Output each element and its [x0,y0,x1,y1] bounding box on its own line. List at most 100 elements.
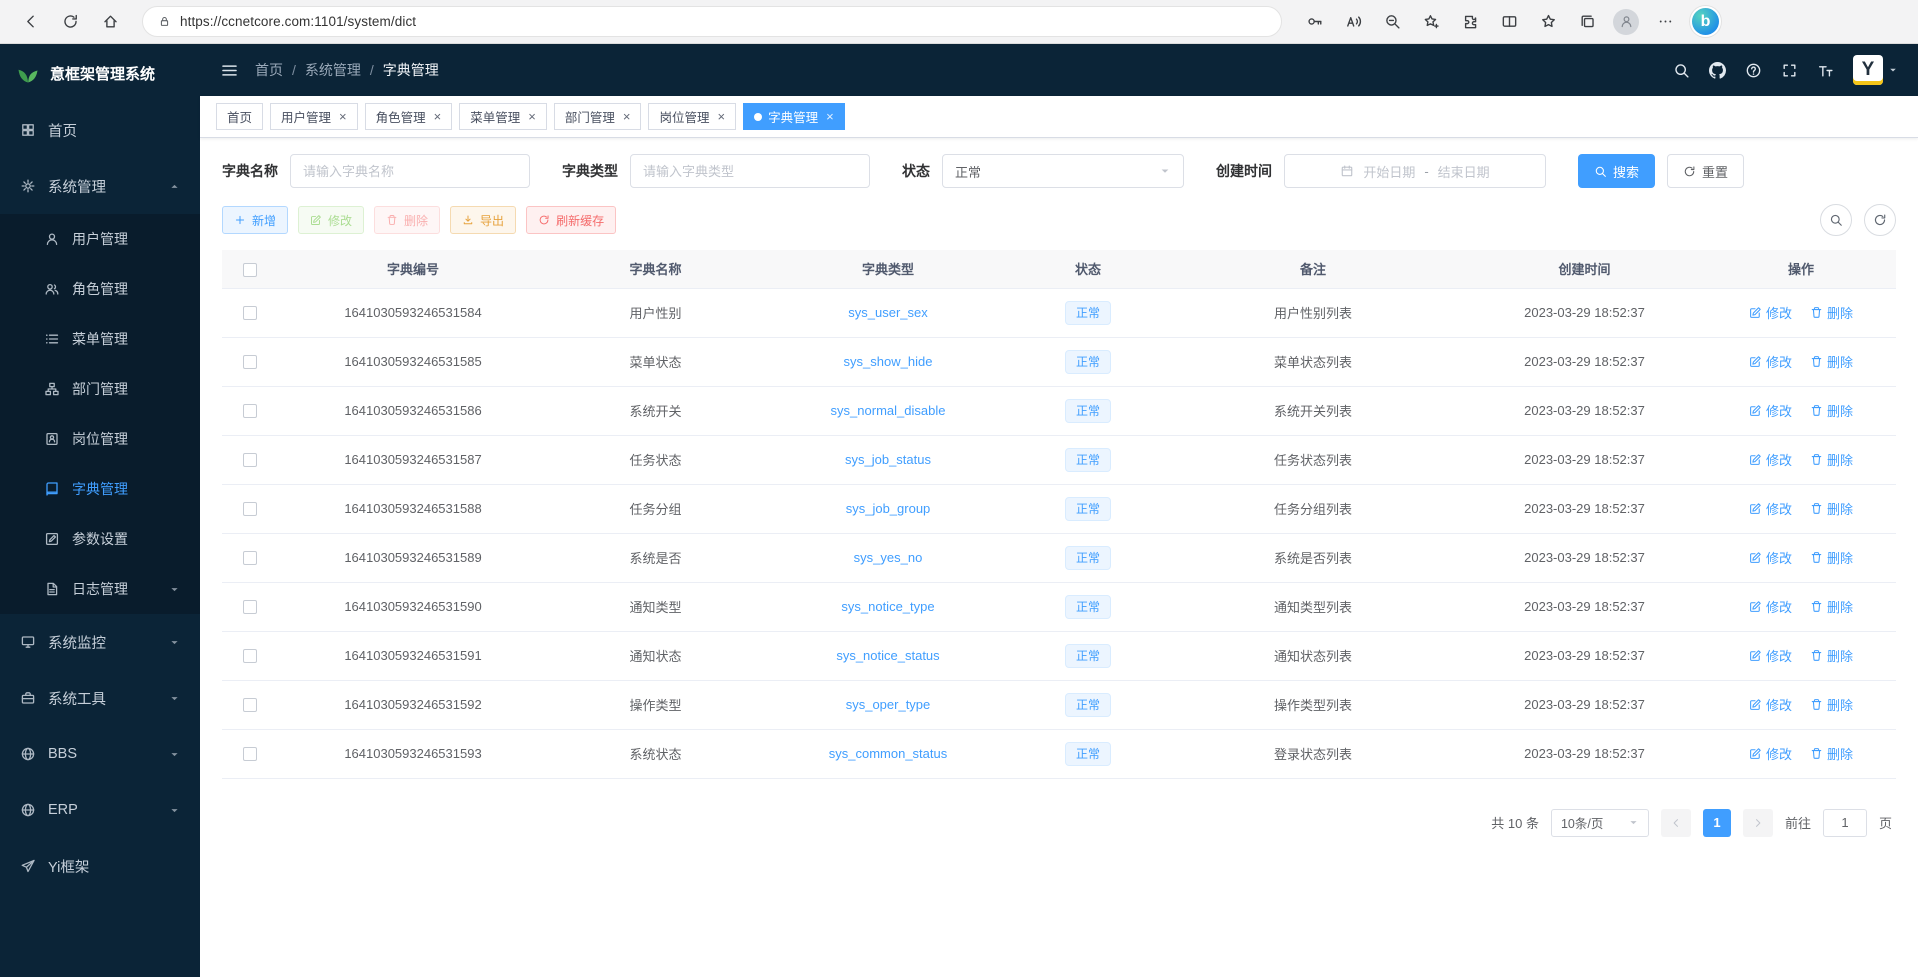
close-tab-icon[interactable]: × [339,110,347,123]
collections-icon[interactable] [1569,6,1605,38]
dict-type-link[interactable]: sys_user_sex [848,305,927,320]
edit-row-button[interactable]: 修改 [1749,303,1792,322]
delete-row-button[interactable]: 删除 [1810,646,1853,665]
text-size-icon[interactable] [1817,62,1834,79]
sidebar-item-log-mgmt[interactable]: 日志管理 [0,564,200,614]
export-button[interactable]: 导出 [450,206,516,234]
sidebar-item-user-mgmt[interactable]: 用户管理 [0,214,200,264]
favorites-star-icon[interactable] [1530,6,1566,38]
row-checkbox[interactable] [243,502,257,516]
edit-row-button[interactable]: 修改 [1749,450,1792,469]
status-select[interactable]: 正常 [942,154,1184,188]
edit-row-button[interactable]: 修改 [1749,548,1792,567]
dict-type-input[interactable] [643,164,857,179]
sidebar-item-dept-mgmt[interactable]: 部门管理 [0,364,200,414]
edit-row-button[interactable]: 修改 [1749,597,1792,616]
close-tab-icon[interactable]: × [623,110,631,123]
toggle-search-button[interactable] [1820,204,1852,236]
refresh-icon[interactable] [52,6,88,38]
tab-home[interactable]: 首页 [216,103,263,130]
goto-page-input[interactable] [1823,809,1867,837]
dict-type-link[interactable]: sys_job_group [846,501,931,516]
sidebar-item-home[interactable]: 首页 [0,102,200,158]
extensions-icon[interactable] [1452,6,1488,38]
edit-row-button[interactable]: 修改 [1749,352,1792,371]
sidebar-item-erp[interactable]: ERP [0,782,200,838]
sidebar-item-system-mgmt[interactable]: 系统管理 [0,158,200,214]
close-tab-icon[interactable]: × [528,110,536,123]
row-checkbox[interactable] [243,306,257,320]
zoom-out-icon[interactable] [1374,6,1410,38]
row-checkbox[interactable] [243,355,257,369]
close-tab-icon[interactable]: × [717,110,725,123]
delete-row-button[interactable]: 删除 [1810,548,1853,567]
github-icon[interactable] [1709,62,1726,79]
tab-dept[interactable]: 部门管理× [554,103,642,130]
sidebar-item-system-monitor[interactable]: 系统监控 [0,614,200,670]
row-checkbox[interactable] [243,747,257,761]
search-icon[interactable] [1673,62,1690,79]
page-size-select[interactable]: 10条/页 [1551,809,1649,837]
row-checkbox[interactable] [243,551,257,565]
delete-row-button[interactable]: 删除 [1810,597,1853,616]
address-bar[interactable]: https://ccnetcore.com:1101/system/dict [142,6,1282,37]
row-checkbox[interactable] [243,649,257,663]
tab-post[interactable]: 岗位管理× [648,103,736,130]
edit-row-button[interactable]: 修改 [1749,401,1792,420]
tab-user[interactable]: 用户管理× [270,103,358,130]
favorite-add-icon[interactable] [1413,6,1449,38]
dict-type-link[interactable]: sys_yes_no [854,550,923,565]
sidebar-item-param-settings[interactable]: 参数设置 [0,514,200,564]
user-menu[interactable]: Y [1853,55,1898,85]
sidebar-item-role-mgmt[interactable]: 角色管理 [0,264,200,314]
delete-row-button[interactable]: 删除 [1810,744,1853,763]
dict-name-input[interactable] [303,164,517,179]
select-all-checkbox[interactable] [243,263,257,277]
dict-type-link[interactable]: sys_common_status [829,746,948,761]
dict-type-link[interactable]: sys_show_hide [844,354,933,369]
edit-row-button[interactable]: 修改 [1749,499,1792,518]
row-checkbox[interactable] [243,404,257,418]
back-icon[interactable] [12,6,48,38]
delete-row-button[interactable]: 删除 [1810,695,1853,714]
sidebar-item-dict-mgmt[interactable]: 字典管理 [0,464,200,514]
delete-button[interactable]: 删除 [374,206,440,234]
split-screen-icon[interactable] [1491,6,1527,38]
edit-row-button[interactable]: 修改 [1749,744,1792,763]
sidebar-item-menu-mgmt[interactable]: 菜单管理 [0,314,200,364]
delete-row-button[interactable]: 删除 [1810,450,1853,469]
edit-row-button[interactable]: 修改 [1749,695,1792,714]
add-button[interactable]: 新增 [222,206,288,234]
bing-icon[interactable]: b [1692,8,1719,35]
sidebar-item-system-tools[interactable]: 系统工具 [0,670,200,726]
delete-row-button[interactable]: 删除 [1810,303,1853,322]
key-icon[interactable] [1296,6,1332,38]
app-logo[interactable]: 意框架管理系统 [0,44,200,102]
fullscreen-icon[interactable] [1781,62,1798,79]
more-icon[interactable] [1647,6,1683,38]
tab-role[interactable]: 角色管理× [365,103,453,130]
page-number-button[interactable]: 1 [1703,809,1731,837]
search-button[interactable]: 搜索 [1578,154,1655,188]
close-tab-icon[interactable]: × [826,110,834,123]
delete-row-button[interactable]: 删除 [1810,352,1853,371]
next-page-button[interactable] [1743,809,1773,837]
sidebar-item-yi-framework[interactable]: Yi框架 [0,838,200,894]
row-checkbox[interactable] [243,453,257,467]
row-checkbox[interactable] [243,698,257,712]
close-tab-icon[interactable]: × [434,110,442,123]
read-aloud-icon[interactable] [1335,6,1371,38]
edit-button[interactable]: 修改 [298,206,364,234]
dict-type-link[interactable]: sys_notice_type [841,599,934,614]
dict-type-link[interactable]: sys_oper_type [846,697,931,712]
tab-dict[interactable]: 字典管理× [743,103,845,130]
delete-row-button[interactable]: 删除 [1810,401,1853,420]
sidebar-item-bbs[interactable]: BBS [0,726,200,782]
profile-avatar[interactable] [1613,9,1639,35]
question-icon[interactable] [1745,62,1762,79]
refresh-table-button[interactable] [1864,204,1896,236]
refresh-cache-button[interactable]: 刷新缓存 [526,206,616,234]
edit-row-button[interactable]: 修改 [1749,646,1792,665]
delete-row-button[interactable]: 删除 [1810,499,1853,518]
dict-type-link[interactable]: sys_job_status [845,452,931,467]
